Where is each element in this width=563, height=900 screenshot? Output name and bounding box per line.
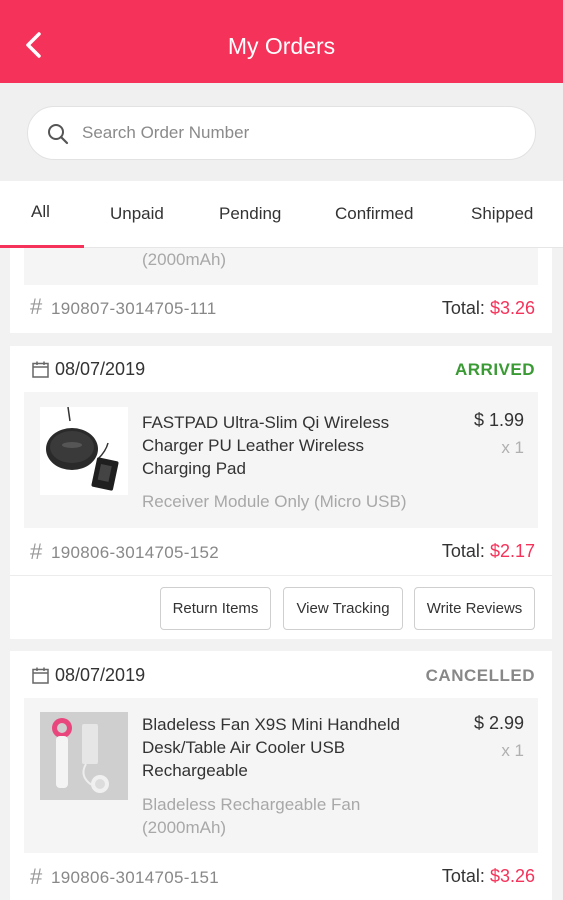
search-bar[interactable] [27, 106, 536, 160]
product-quantity: x 1 [501, 741, 524, 760]
product-quantity: x 1 [501, 438, 524, 457]
order-list[interactable]: (2000mAh) # 190807-3014705-111 Total: $3… [0, 248, 563, 900]
order-status-tabs: All Unpaid Pending Confirmed Shipped [0, 181, 563, 248]
order-card[interactable]: 08/07/2019 CANCELLED Bladeless Fan X9S M… [10, 651, 552, 900]
hash-icon: # [30, 864, 43, 889]
app-header: My Orders [0, 0, 563, 83]
total-amount: $2.17 [489, 541, 535, 561]
hash-icon: # [30, 294, 43, 319]
search-area [0, 83, 563, 181]
divider [10, 575, 552, 576]
product-box: (2000mAh) [24, 248, 538, 285]
write-reviews-button[interactable]: Write Reviews [414, 587, 535, 630]
page-title: My Orders [227, 33, 336, 59]
hash-icon: # [30, 539, 43, 564]
charger-product-image [40, 407, 128, 495]
product-variant: Bladeless Rechargeable Fan (2000mAh) [142, 795, 361, 837]
product-box[interactable]: Bladeless Fan X9S Mini Handheld Desk/Tab… [24, 698, 538, 853]
total-amount: $3.26 [489, 298, 535, 318]
order-date: 08/07/2019 [55, 665, 146, 685]
view-tracking-button[interactable]: View Tracking [283, 587, 403, 630]
search-input[interactable] [82, 117, 512, 149]
order-number: 190806-3014705-151 [51, 868, 219, 887]
order-total: Total: $3.26 [442, 866, 535, 887]
tab-shipped[interactable]: Shipped [471, 204, 533, 224]
order-number: 190807-3014705-111 [51, 299, 217, 318]
fan-product-image [40, 712, 128, 800]
tab-unpaid[interactable]: Unpaid [110, 204, 164, 224]
calendar-icon [32, 667, 49, 684]
tab-confirmed[interactable]: Confirmed [335, 204, 413, 224]
product-variant: Receiver Module Only (Micro USB) [142, 492, 407, 511]
product-price: $ 2.99 [473, 713, 524, 733]
order-number: 190806-3014705-152 [51, 543, 219, 562]
return-items-button[interactable]: Return Items [160, 587, 271, 630]
order-date: 08/07/2019 [55, 359, 146, 379]
total-label: Total: [441, 298, 485, 318]
total-label: Total: [441, 541, 485, 561]
total-amount: $3.26 [489, 866, 535, 886]
product-name[interactable]: FASTPAD Ultra-Slim Qi Wireless Charger P… [142, 411, 437, 480]
order-total: Total: $2.17 [442, 541, 535, 562]
order-card[interactable]: 08/07/2019 ARRIVED FASTPAD Ultra-Slim Qi… [10, 346, 552, 639]
order-total: Total: $3.26 [442, 298, 535, 319]
order-card[interactable]: (2000mAh) # 190807-3014705-111 Total: $3… [10, 248, 552, 333]
product-box[interactable]: FASTPAD Ultra-Slim Qi Wireless Charger P… [24, 392, 538, 528]
product-variant: (2000mAh) [142, 250, 227, 269]
order-status: CANCELLED [425, 666, 535, 685]
total-label: Total: [441, 866, 485, 886]
tab-all[interactable]: All [31, 202, 50, 222]
tab-pending[interactable]: Pending [219, 204, 281, 224]
product-price: $ 1.99 [473, 410, 524, 430]
calendar-icon [32, 361, 49, 378]
product-name[interactable]: Bladeless Fan X9S Mini Handheld Desk/Tab… [142, 713, 437, 782]
search-icon [48, 124, 69, 145]
order-status: ARRIVED [454, 360, 535, 379]
